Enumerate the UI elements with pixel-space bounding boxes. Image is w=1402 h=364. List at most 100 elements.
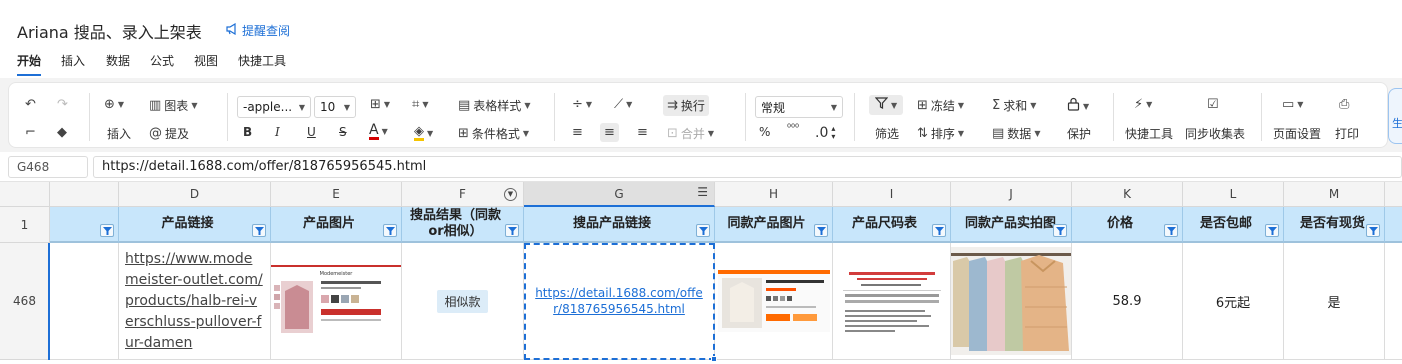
data-button[interactable]: ▤ 数据 ▼ bbox=[992, 125, 1040, 142]
column-header-f[interactable]: F ▼ bbox=[402, 182, 524, 207]
column-menu-icon[interactable]: ☰ bbox=[697, 185, 708, 199]
redo-icon[interactable]: ↷ bbox=[57, 97, 68, 112]
font-size-select[interactable]: 10 ▼ bbox=[314, 96, 356, 118]
table-style-button[interactable]: ▤ 表格样式 ▼ bbox=[458, 97, 530, 114]
quick-tools-dropdown[interactable]: ⚡ ▼ bbox=[1134, 97, 1152, 112]
filter-icon[interactable] bbox=[1265, 224, 1279, 237]
filter-icon[interactable] bbox=[100, 224, 114, 237]
filter-icon[interactable] bbox=[696, 224, 710, 237]
align-right-icon[interactable]: ≡ bbox=[637, 125, 648, 140]
column-header-l[interactable]: L bbox=[1183, 182, 1284, 207]
eraser-icon[interactable]: ◆ bbox=[57, 125, 67, 140]
sweater-photo-thumbnail[interactable] bbox=[951, 247, 1071, 355]
align-center-icon[interactable]: ≡ bbox=[600, 123, 619, 142]
percent-button[interactable]: % bbox=[759, 125, 770, 139]
font-family-select[interactable]: -apple... ▼ bbox=[237, 96, 311, 118]
page-setup-dropdown[interactable]: ▭ ▼ bbox=[1282, 97, 1303, 112]
printer-icon[interactable]: ⎙ bbox=[1339, 97, 1349, 112]
crop-button[interactable]: ⌗ ▼ bbox=[412, 97, 428, 112]
bold-button[interactable]: B bbox=[243, 125, 252, 139]
filter-icon[interactable] bbox=[505, 224, 519, 237]
menu-quick-tools[interactable]: 快捷工具 bbox=[238, 52, 286, 69]
vertical-align-button[interactable]: ÷ ▼ bbox=[572, 97, 592, 112]
page-setup-label[interactable]: 页面设置 bbox=[1273, 125, 1321, 142]
header-cell-real-photo[interactable]: 同款产品实拍图 bbox=[951, 207, 1072, 243]
header-cell-search-link[interactable]: 搜品产品链接 bbox=[524, 207, 715, 243]
cell-search-result[interactable]: 相似款 bbox=[402, 243, 524, 360]
cell-in-stock[interactable]: 是 bbox=[1284, 243, 1385, 360]
header-cell-search-result[interactable]: 搜品结果（同款or相似） bbox=[402, 207, 524, 243]
text-rotate-button[interactable]: ⟋ ▼ bbox=[614, 97, 632, 112]
menu-data[interactable]: 数据 bbox=[106, 52, 130, 69]
italic-button[interactable]: I bbox=[275, 125, 280, 139]
header-cell-in-stock[interactable]: 是否有现货 bbox=[1284, 207, 1385, 243]
number-format-select[interactable]: 常规 ▼ bbox=[755, 96, 843, 118]
header-cell-blank[interactable] bbox=[50, 207, 119, 243]
search-link[interactable]: https://detail.1688.com/offer/8187659565… bbox=[524, 285, 714, 317]
filter-icon[interactable] bbox=[932, 224, 946, 237]
document-title[interactable]: Ariana 搜品、录入上架表 bbox=[17, 19, 202, 43]
menu-insert[interactable]: 插入 bbox=[61, 52, 85, 69]
filter-icon[interactable] bbox=[814, 224, 828, 237]
mention-button[interactable]: @ 提及 bbox=[149, 125, 189, 142]
listing-thumbnail[interactable] bbox=[717, 270, 830, 332]
filter-icon[interactable] bbox=[1164, 224, 1178, 237]
borders-button[interactable]: ⊞ ▼ bbox=[370, 97, 390, 112]
column-header-j[interactable]: J bbox=[951, 182, 1072, 207]
column-header-m[interactable]: M bbox=[1284, 182, 1385, 207]
chevron-down-icon[interactable]: ▼ bbox=[504, 188, 517, 201]
product-page-thumbnail[interactable]: Modemeister bbox=[271, 261, 401, 341]
protect-dropdown[interactable]: ▼ bbox=[1067, 97, 1089, 115]
strikethrough-button[interactable]: S bbox=[339, 125, 347, 139]
sort-button[interactable]: ⇅ 排序 ▼ bbox=[917, 125, 964, 142]
filter-label[interactable]: 筛选 bbox=[875, 125, 899, 142]
row-header-468[interactable]: 468 bbox=[0, 243, 50, 360]
column-header-g[interactable]: G ☰ bbox=[524, 182, 715, 207]
formula-input[interactable]: https://detail.1688.com/offer/8187659565… bbox=[93, 156, 1402, 178]
wrap-button[interactable]: ⇉ 换行 bbox=[663, 95, 709, 116]
format-painter-icon[interactable]: ⌐ bbox=[25, 125, 36, 140]
side-panel-button[interactable]: 生 bbox=[1388, 88, 1402, 144]
sync-label[interactable]: 同步收集表 bbox=[1185, 125, 1245, 142]
header-cell-free-shipping[interactable]: 是否包邮 bbox=[1183, 207, 1284, 243]
conditional-format-button[interactable]: ⊞ 条件格式 ▼ bbox=[458, 125, 529, 142]
column-header-d[interactable]: D bbox=[119, 182, 271, 207]
chart-button[interactable]: ▥ 图表 ▼ bbox=[149, 97, 197, 114]
column-header-e[interactable]: E bbox=[271, 182, 402, 207]
cell-blank[interactable] bbox=[50, 243, 119, 360]
text-color-button[interactable]: A ▼ bbox=[369, 123, 388, 140]
header-cell-price[interactable]: 价格 bbox=[1072, 207, 1183, 243]
cell-same-product-image[interactable] bbox=[715, 243, 833, 360]
protect-label[interactable]: 保护 bbox=[1067, 125, 1091, 142]
cell-free-shipping[interactable]: 6元起 bbox=[1183, 243, 1284, 360]
menu-view[interactable]: 视图 bbox=[194, 52, 218, 69]
cell-size-chart[interactable] bbox=[833, 243, 951, 360]
header-cell-product-link[interactable]: 产品链接 bbox=[119, 207, 271, 243]
align-left-icon[interactable]: ≡ bbox=[572, 125, 583, 140]
underline-button[interactable]: U bbox=[307, 125, 316, 139]
remind-button[interactable]: 提醒查阅 bbox=[226, 22, 290, 39]
cell-overflow[interactable] bbox=[1385, 243, 1402, 360]
cell-product-image[interactable]: Modemeister bbox=[271, 243, 402, 360]
select-all-corner[interactable] bbox=[0, 182, 50, 207]
filter-icon[interactable] bbox=[383, 224, 397, 237]
fill-handle[interactable] bbox=[711, 356, 717, 362]
print-label[interactable]: 打印 bbox=[1335, 125, 1359, 142]
column-header-blank[interactable] bbox=[50, 182, 119, 207]
row-header-1[interactable]: 1 bbox=[0, 207, 50, 243]
menu-formula[interactable]: 公式 bbox=[150, 52, 174, 69]
merge-button[interactable]: ⊡ 合并 ▼ bbox=[667, 125, 714, 142]
menu-start[interactable]: 开始 bbox=[17, 52, 42, 76]
header-cell-product-image[interactable]: 产品图片 bbox=[271, 207, 402, 243]
filter-icon[interactable] bbox=[252, 224, 266, 237]
header-cell-overflow[interactable] bbox=[1385, 207, 1402, 243]
insert-label[interactable]: 插入 bbox=[107, 125, 131, 142]
decimal-button[interactable]: .0 ▴ ▾ bbox=[815, 125, 835, 142]
column-header-k[interactable]: K bbox=[1072, 182, 1183, 207]
sync-icon[interactable]: ☑ bbox=[1207, 97, 1219, 112]
name-box[interactable]: G468 bbox=[8, 156, 88, 178]
size-chart-thumbnail[interactable] bbox=[836, 266, 947, 336]
column-header-n[interactable] bbox=[1385, 182, 1402, 207]
filter-icon[interactable] bbox=[1053, 224, 1067, 237]
header-cell-size-chart[interactable]: 产品尺码表 bbox=[833, 207, 951, 243]
